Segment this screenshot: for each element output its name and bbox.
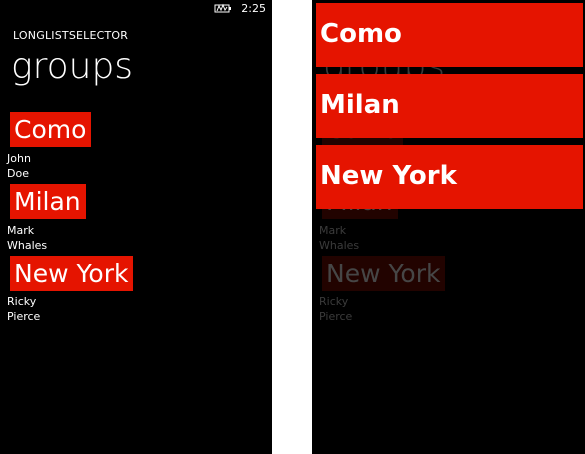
battery-signal-icon [214, 3, 231, 13]
phone-screen-groups: 2:25 LONGLISTSELECTOR groups Como John D… [0, 0, 272, 454]
list-item: Ricky [319, 295, 349, 308]
list-item[interactable]: Pierce [7, 310, 40, 323]
status-bar: 2:25 [0, 0, 272, 18]
list-item: Whales [319, 239, 360, 252]
jump-list-item-new-york[interactable]: New York [316, 145, 583, 209]
dimmed-background-list: groups Como Milan Mark Whales New York R… [312, 0, 585, 454]
group-header-milan[interactable]: Milan [10, 184, 86, 219]
list-item[interactable]: John [7, 152, 31, 165]
list-item[interactable]: Ricky [7, 295, 36, 308]
list-item[interactable]: Mark [7, 224, 34, 237]
group-header-new-york: New York [322, 256, 446, 291]
page-title: groups [11, 46, 134, 87]
list-item: Mark [319, 224, 347, 237]
app-title: LONGLISTSELECTOR [13, 29, 129, 42]
jump-list-item-milan[interactable]: Milan [316, 74, 583, 138]
list-item: Pierce [319, 310, 353, 323]
status-time: 2:25 [241, 2, 266, 15]
phone-screen-jump-list: groups Como Milan Mark Whales New York R… [312, 0, 585, 454]
group-header-como[interactable]: Como [10, 112, 92, 147]
group-header-new-york[interactable]: New York [10, 256, 134, 291]
list-item[interactable]: Doe [7, 167, 29, 180]
list-item[interactable]: Whales [7, 239, 47, 252]
jump-list-item-como[interactable]: Como [316, 3, 583, 67]
